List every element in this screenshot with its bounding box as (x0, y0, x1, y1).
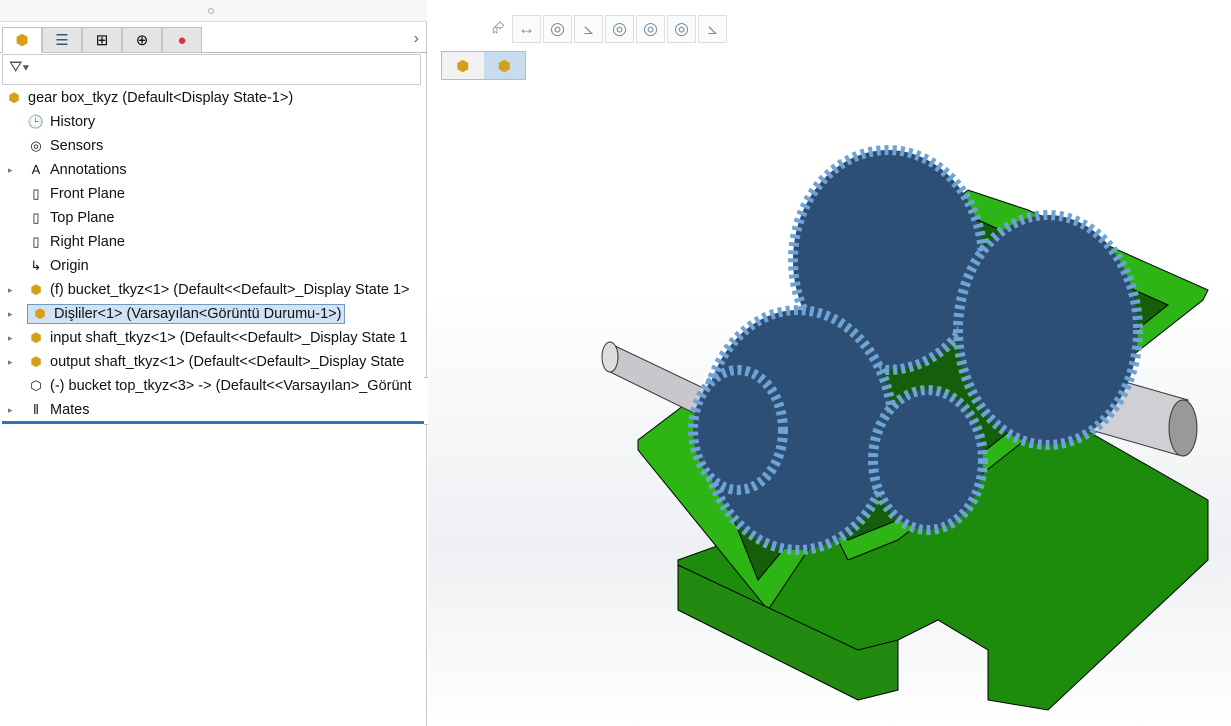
filter-box[interactable]: ⛛▾ (2, 54, 421, 85)
tree-item-label: input shaft_tkyz<1> (Default<<Default>_D… (50, 330, 408, 346)
assembly-icon: ⬢ (456, 57, 470, 75)
concentric-icon[interactable]: ◎ (605, 15, 634, 43)
assembly-icon: ⬢ (8, 90, 20, 105)
subassembly-icon: ⬢ (497, 57, 511, 75)
plane-icon: ▯ (32, 186, 40, 201)
tree-item[interactable]: 🕒 History (27, 111, 95, 133)
filter-icon: ⛛▾ (9, 59, 30, 76)
tab-property-manager[interactable]: ☰ (42, 27, 82, 53)
tree-item[interactable]: ◎ Sensors (27, 135, 103, 157)
tree-item-label: Front Plane (50, 186, 125, 202)
manager-tabs: ⬢ ☰ ⊞ ⊕ ● › (0, 27, 427, 53)
tree-item-label: (-) bucket top_tkyz<3> -> (Default<<Vars… (50, 378, 412, 394)
crosshair-icon: ⊕ (135, 32, 149, 49)
tab-display-manager[interactable]: ● (162, 27, 202, 53)
tree-item-label: Dişliler<1> (Varsayılan<Görüntü Durumu-1… (54, 306, 342, 322)
tree-item-label: Top Plane (50, 210, 115, 226)
tree-item-label: Right Plane (50, 234, 125, 250)
annotations-icon: A (31, 162, 41, 177)
rollback-bar[interactable] (2, 421, 424, 424)
tree-root[interactable]: ⬢ gear box_tkyz (Default<Display State-1>… (5, 87, 293, 109)
appearance-icon: ● (177, 31, 187, 49)
tree-item-label: Origin (50, 258, 89, 274)
breadcrumb-assembly[interactable]: ⬢ (442, 52, 484, 79)
tree-item[interactable]: ↳ Origin (27, 255, 89, 277)
panel-grip[interactable] (0, 0, 427, 22)
assembly-icon: ⬢ (15, 32, 29, 49)
tree-item-label: History (50, 114, 96, 130)
tree-item[interactable]: ▸ ⫴ Mates (8, 399, 90, 421)
angle-icon[interactable]: ⦣ (574, 15, 603, 43)
tree-item-label: (f) bucket_tkyz<1> (Default<<Default>_Di… (50, 282, 410, 298)
pointer-icon[interactable]: ⮳ (492, 20, 510, 38)
mates-icon: ⫴ (33, 402, 39, 417)
tree-item[interactable]: ▸ ⬢ input shaft_tkyz<1> (Default<<Default>… (8, 327, 408, 349)
expand-arrow-icon[interactable]: ▸ (8, 285, 13, 296)
tab-dimxpert-manager[interactable]: ⊕ (122, 27, 162, 53)
tree-item[interactable]: ▯ Right Plane (27, 231, 125, 253)
angle-icon[interactable]: ⦣ (698, 15, 727, 43)
tree-item-label: output shaft_tkyz<1> (Default<<Default>_… (50, 354, 405, 370)
tab-configuration-manager[interactable]: ⊞ (82, 27, 122, 53)
part-icon: ⬢ (30, 354, 42, 369)
sensors-icon: ◎ (30, 138, 42, 153)
expand-arrow-icon[interactable]: ▸ (8, 165, 13, 176)
tree-item[interactable]: ▸ ⬢ Dişliler<1> (Varsayılan<Görüntü Durumu… (8, 303, 346, 325)
tree-item-label: Annotations (50, 162, 127, 178)
breadcrumb-subassembly[interactable]: ⬢ (483, 52, 525, 79)
concentric-icon[interactable]: ◎ (543, 15, 572, 43)
tree-item-label: Mates (50, 402, 90, 418)
tree-item[interactable]: ▸ A Annotations (8, 159, 127, 181)
part-icon: ⬢ (30, 330, 42, 345)
tree-item[interactable]: ▸ ⬢ (f) bucket_tkyz<1> (Default<<Default>_… (8, 279, 410, 301)
tree-item[interactable]: ▯ Front Plane (27, 183, 125, 205)
history-icon: 🕒 (27, 114, 45, 129)
concentric-icon[interactable]: ◎ (636, 15, 665, 43)
expand-arrow-icon[interactable]: ▸ (8, 357, 13, 368)
plane-icon: ▯ (32, 210, 40, 225)
breadcrumb: ⬢ ⬢ (441, 51, 526, 80)
expand-arrow-icon[interactable]: ▸ (8, 333, 13, 344)
plane-icon: ▯ (32, 234, 40, 249)
dimension-icon[interactable]: ↔ (512, 15, 541, 43)
chevron-right-icon[interactable]: › (414, 30, 419, 48)
expand-arrow-icon[interactable]: ▸ (8, 405, 13, 416)
subassembly-icon: ⬢ (34, 306, 46, 321)
suppressed-part-icon: ⬡ (30, 378, 42, 393)
tree-item[interactable]: ▸ ⬢ output shaft_tkyz<1> (Default<<Default… (8, 351, 405, 373)
expand-arrow-icon[interactable]: ▸ (8, 309, 13, 320)
feature-manager-panel: ⬢ ☰ ⊞ ⊕ ● › ⛛▾ ⬢ gear box_tkyz (Default<D… (0, 0, 438, 726)
part-icon: ⬢ (30, 282, 42, 297)
heads-up-toolbar: ⮳ ↔ ◎ ⦣ ◎ ◎ ◎ ⦣ (492, 15, 727, 43)
tree-root-label: gear box_tkyz (Default<Display State-1>) (28, 90, 294, 106)
gearbox-model[interactable] (428, 0, 1231, 726)
tree-item[interactable]: ⬡ (-) bucket top_tkyz<3> -> (Default<<Var… (27, 375, 412, 397)
tree-item-label: Sensors (50, 138, 104, 154)
tree-item[interactable]: ▯ Top Plane (27, 207, 115, 229)
concentric-icon[interactable]: ◎ (667, 15, 696, 43)
configuration-icon: ⊞ (95, 32, 109, 49)
origin-icon: ↳ (30, 258, 42, 273)
tab-feature-manager[interactable]: ⬢ (2, 27, 42, 53)
property-list-icon: ☰ (55, 32, 69, 49)
graphics-area[interactable] (428, 0, 1231, 726)
